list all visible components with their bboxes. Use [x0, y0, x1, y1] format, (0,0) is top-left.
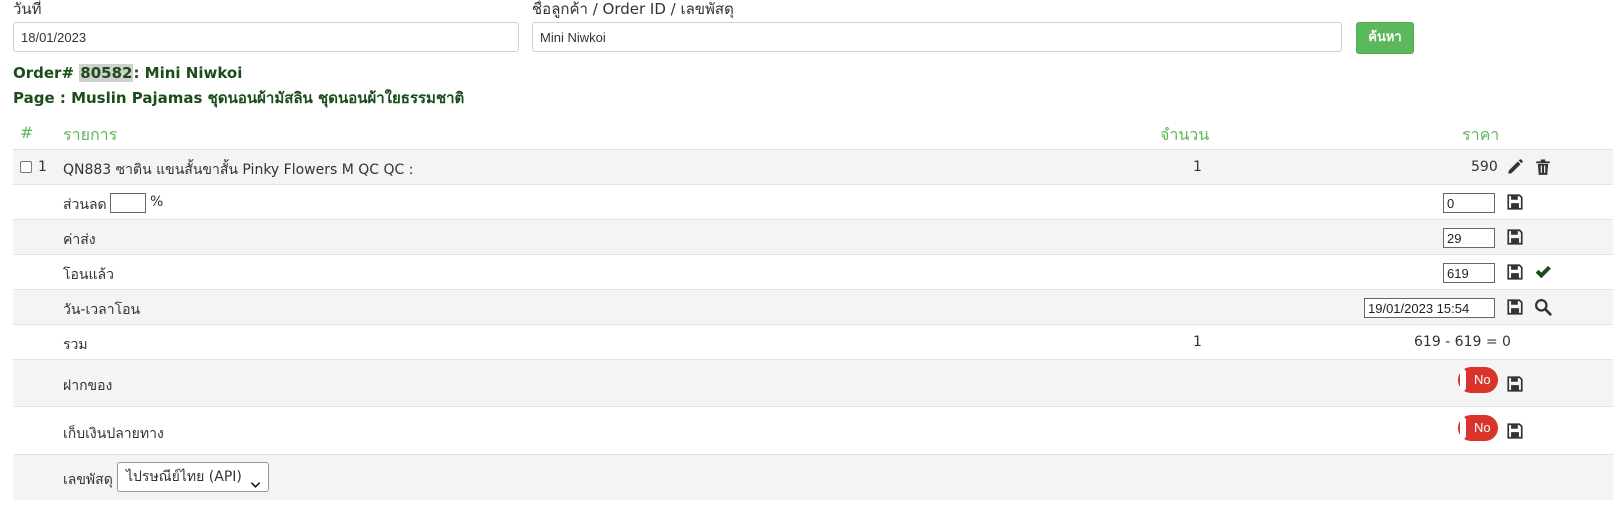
deposit-label: ฝากของ [63, 378, 113, 394]
search-input[interactable] [532, 22, 1342, 52]
trash-icon[interactable] [1534, 158, 1552, 176]
table-row-item: 1 QN883 ซาติน แขนสั้นขาสั้น Pinky Flower… [13, 149, 1613, 184]
table-row-paid: โอนแล้ว [13, 254, 1613, 289]
item-name: QN883 ซาติน แขนสั้นขาสั้น Pinky Flowers … [63, 162, 414, 178]
query-label: ชื่อลูกค้า / Order ID / เลขพัสดุ [532, 0, 734, 18]
transfer-time-label: วัน-เวลาโอน [63, 302, 141, 318]
shipping-input[interactable] [1443, 228, 1495, 248]
table-row-shipping: ค่าส่ง [13, 219, 1613, 254]
search-icon[interactable] [1534, 298, 1552, 316]
cod-toggle[interactable]: No [1458, 415, 1498, 441]
carrier-select[interactable]: ไปรษณีย์ไทย (API) [117, 462, 269, 492]
paid-label: โอนแล้ว [63, 267, 114, 283]
discount-amount-input[interactable] [1443, 193, 1495, 213]
deposit-toggle[interactable]: No [1458, 367, 1498, 393]
table-row-transfer-time: วัน-เวลาโอน [13, 289, 1613, 324]
table-row-deposit: ฝากของ No [13, 359, 1613, 406]
order-title: Order# 80582: Mini Niwkoi [13, 64, 242, 82]
item-price: 590 [1471, 159, 1498, 175]
order-page: Page : Muslin Pajamas ชุดนอนผ้ามัสลิน ชุ… [13, 89, 465, 107]
col-header-index: # [20, 123, 34, 142]
item-index: 1 [38, 159, 47, 175]
total-value: 619 - 619 = 0 [1414, 334, 1511, 350]
item-checkbox[interactable] [20, 161, 32, 173]
col-header-item: รายการ [63, 125, 118, 144]
save-icon[interactable] [1506, 263, 1524, 281]
date-input[interactable] [13, 22, 519, 52]
save-icon[interactable] [1506, 375, 1524, 393]
table-row-tracking: เลขพัสดุ ไปรษณีย์ไทย (API) [13, 454, 1613, 500]
discount-percent-input[interactable] [110, 193, 146, 213]
table-row-discount: ส่วนลด % [13, 184, 1613, 219]
paid-input[interactable] [1443, 263, 1495, 283]
tracking-label: เลขพัสดุ [63, 472, 113, 488]
cod-label: เก็บเงินปลายทาง [63, 426, 164, 442]
search-button[interactable]: ค้นหา [1356, 22, 1414, 54]
table-row-cod: เก็บเงินปลายทาง No [13, 406, 1613, 454]
table-row-total: รวม 1 619 - 619 = 0 [13, 324, 1613, 359]
save-icon[interactable] [1506, 298, 1524, 316]
order-customer: : Mini Niwkoi [133, 64, 243, 82]
date-label: วันที่ [13, 0, 42, 18]
transfer-time-input[interactable] [1364, 298, 1495, 318]
carrier-selected: ไปรษณีย์ไทย (API) [126, 469, 242, 485]
save-icon[interactable] [1506, 193, 1524, 211]
save-icon[interactable] [1506, 228, 1524, 246]
chevron-down-icon [250, 472, 261, 488]
shipping-label: ค่าส่ง [63, 232, 96, 248]
pencil-icon[interactable] [1506, 158, 1524, 176]
total-qty: 1 [1193, 334, 1202, 350]
order-prefix: Order# [13, 64, 75, 82]
discount-label: ส่วนลด [63, 197, 107, 213]
total-label: รวม [63, 337, 88, 353]
col-header-price: ราคา [1462, 125, 1500, 144]
order-id: 80582 [79, 64, 134, 82]
check-icon[interactable] [1534, 263, 1552, 281]
percent-sign: % [150, 194, 164, 210]
save-icon[interactable] [1506, 422, 1524, 440]
item-qty: 1 [1193, 159, 1202, 175]
col-header-qty: จำนวน [1160, 125, 1210, 144]
